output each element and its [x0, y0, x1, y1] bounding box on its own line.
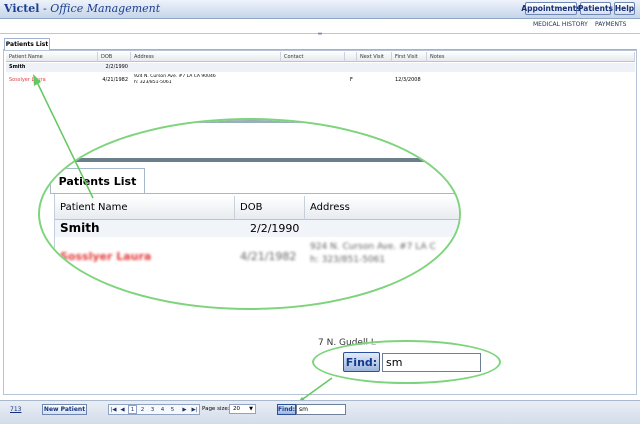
page-size-select[interactable]: 20 ▼: [229, 404, 256, 414]
chevron-down-icon: ▼: [249, 406, 253, 412]
find-input[interactable]: sm: [296, 404, 346, 415]
arrow-line-grid: [35, 79, 94, 199]
page-size-value: 20: [233, 406, 240, 412]
page-size-label: Page size:: [202, 406, 230, 412]
arrow-head-grid: [33, 74, 41, 86]
next-page-icon[interactable]: ▶: [180, 405, 189, 414]
page-link-1[interactable]: 1: [128, 405, 137, 414]
new-patient-button[interactable]: New Patient: [42, 404, 87, 415]
arrow-line-find: [299, 377, 333, 402]
callout-arrows: [33, 74, 333, 405]
page-link-4[interactable]: 4: [158, 405, 167, 414]
find-button[interactable]: Find:: [277, 404, 296, 415]
page-link-2[interactable]: 2: [138, 405, 147, 414]
last-page-icon[interactable]: ▶|: [190, 405, 199, 414]
page-link-5[interactable]: 5: [168, 405, 177, 414]
record-count-link[interactable]: 713: [10, 406, 21, 413]
first-page-icon[interactable]: |◀: [109, 405, 118, 414]
page-link-3[interactable]: 3: [148, 405, 157, 414]
prev-page-icon[interactable]: ◀: [118, 405, 127, 414]
